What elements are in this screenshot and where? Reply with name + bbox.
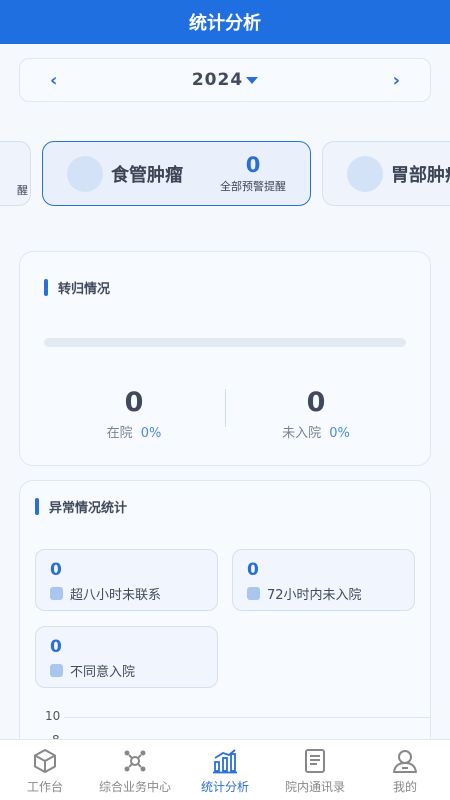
not-admitted-stat: 0 未入院 0% [226, 386, 406, 441]
abnormal-stat-value: 0 [50, 560, 62, 580]
page-header: 统计分析 [0, 0, 450, 44]
abnormal-stat-label: 超八小时未联系 [70, 588, 162, 603]
bar-chart-icon [213, 749, 237, 774]
tumor-card-stomach[interactable]: 胃部肿瘤 [322, 141, 450, 206]
caret-down-icon [246, 76, 259, 84]
year-selector: ‹ 2024 › [19, 58, 431, 102]
legend-square-icon [50, 664, 63, 677]
tab-statistics[interactable]: 统计分析 [180, 740, 270, 800]
tumor-card-name: 胃部肿瘤 [391, 164, 450, 186]
tumor-card-scroller[interactable]: 醒 食管肿瘤 0 全部预警提醒 胃部肿瘤 [0, 140, 450, 208]
gridline [64, 717, 431, 718]
abnormal-stat-value: 0 [247, 560, 259, 580]
tumor-card-esophageal[interactable]: 食管肿瘤 0 全部预警提醒 [42, 141, 311, 206]
abnormal-stat-value: 0 [50, 637, 62, 657]
not-admitted-label: 未入院 [282, 426, 322, 441]
abnormal-panel: 异常情况统计 0 超八小时未联系 0 72小时内未入院 0 不同意入院 10 8 [19, 480, 431, 780]
in-hospital-stat: 0 在院 0% [44, 386, 224, 441]
user-icon [393, 750, 417, 773]
tumor-card-alert-label: 全部预警提醒 [220, 180, 286, 193]
abnormal-title-text: 异常情况统计 [49, 501, 128, 516]
tumor-card-alert-label: 醒 [17, 184, 28, 197]
page-title: 统计分析 [189, 13, 261, 34]
tab-business-center[interactable]: 综合业务中心 [90, 740, 180, 800]
abnormal-stat-box[interactable]: 0 72小时内未入院 [232, 549, 415, 611]
title-accent-bar [35, 498, 39, 515]
tumor-card-previous[interactable]: 醒 [0, 141, 31, 206]
tab-mine[interactable]: 我的 [360, 740, 450, 800]
tab-label: 院内通讯录 [284, 780, 345, 794]
in-hospital-percent: 0% [140, 426, 162, 441]
year-dropdown[interactable]: 2024 [191, 70, 259, 90]
in-hospital-value: 0 [124, 387, 144, 418]
tab-label: 统计分析 [200, 780, 249, 794]
abnormal-title: 异常情况统计 [35, 497, 127, 516]
tab-label: 综合业务中心 [98, 780, 171, 794]
title-accent-bar [44, 279, 48, 296]
referral-progress-bar [44, 338, 406, 347]
referral-panel: 转归情况 0 在院 0% 0 未入院 0% [19, 251, 431, 466]
abnormal-stat-label: 72小时内未入院 [267, 588, 362, 603]
not-admitted-percent: 0% [329, 426, 350, 441]
referral-title-text: 转归情况 [58, 282, 111, 297]
tab-directory[interactable]: 院内通讯录 [270, 740, 360, 800]
next-year-button[interactable]: › [393, 70, 400, 91]
not-admitted-value: 0 [306, 387, 326, 418]
abnormal-stat-box[interactable]: 0 超八小时未联系 [35, 549, 218, 611]
legend-square-icon [50, 587, 63, 600]
cube-icon [34, 749, 56, 773]
year-value: 2024 [191, 70, 244, 90]
category-icon [67, 155, 103, 192]
legend-square-icon [247, 587, 260, 600]
y-axis-tick: 10 [45, 709, 61, 723]
book-icon [305, 749, 325, 773]
abnormal-stat-box[interactable]: 0 不同意入院 [35, 626, 218, 688]
tab-workbench[interactable]: 工作台 [0, 740, 90, 800]
category-icon [347, 155, 383, 192]
tumor-card-name: 食管肿瘤 [111, 164, 183, 186]
network-icon [124, 750, 146, 772]
in-hospital-label: 在院 [106, 426, 133, 441]
tumor-card-count: 0 [245, 153, 261, 177]
bottom-tab-bar: 工作台 综合业务中心 统计分析 院内通讯录 我的 [0, 739, 450, 800]
tumor-card-stat: 0 全部预警提醒 [220, 152, 286, 194]
referral-title: 转归情况 [44, 278, 110, 297]
tab-label: 工作台 [26, 780, 63, 794]
prev-year-button[interactable]: ‹ [50, 70, 57, 91]
tab-label: 我的 [392, 780, 417, 794]
abnormal-stat-label: 不同意入院 [70, 665, 136, 680]
